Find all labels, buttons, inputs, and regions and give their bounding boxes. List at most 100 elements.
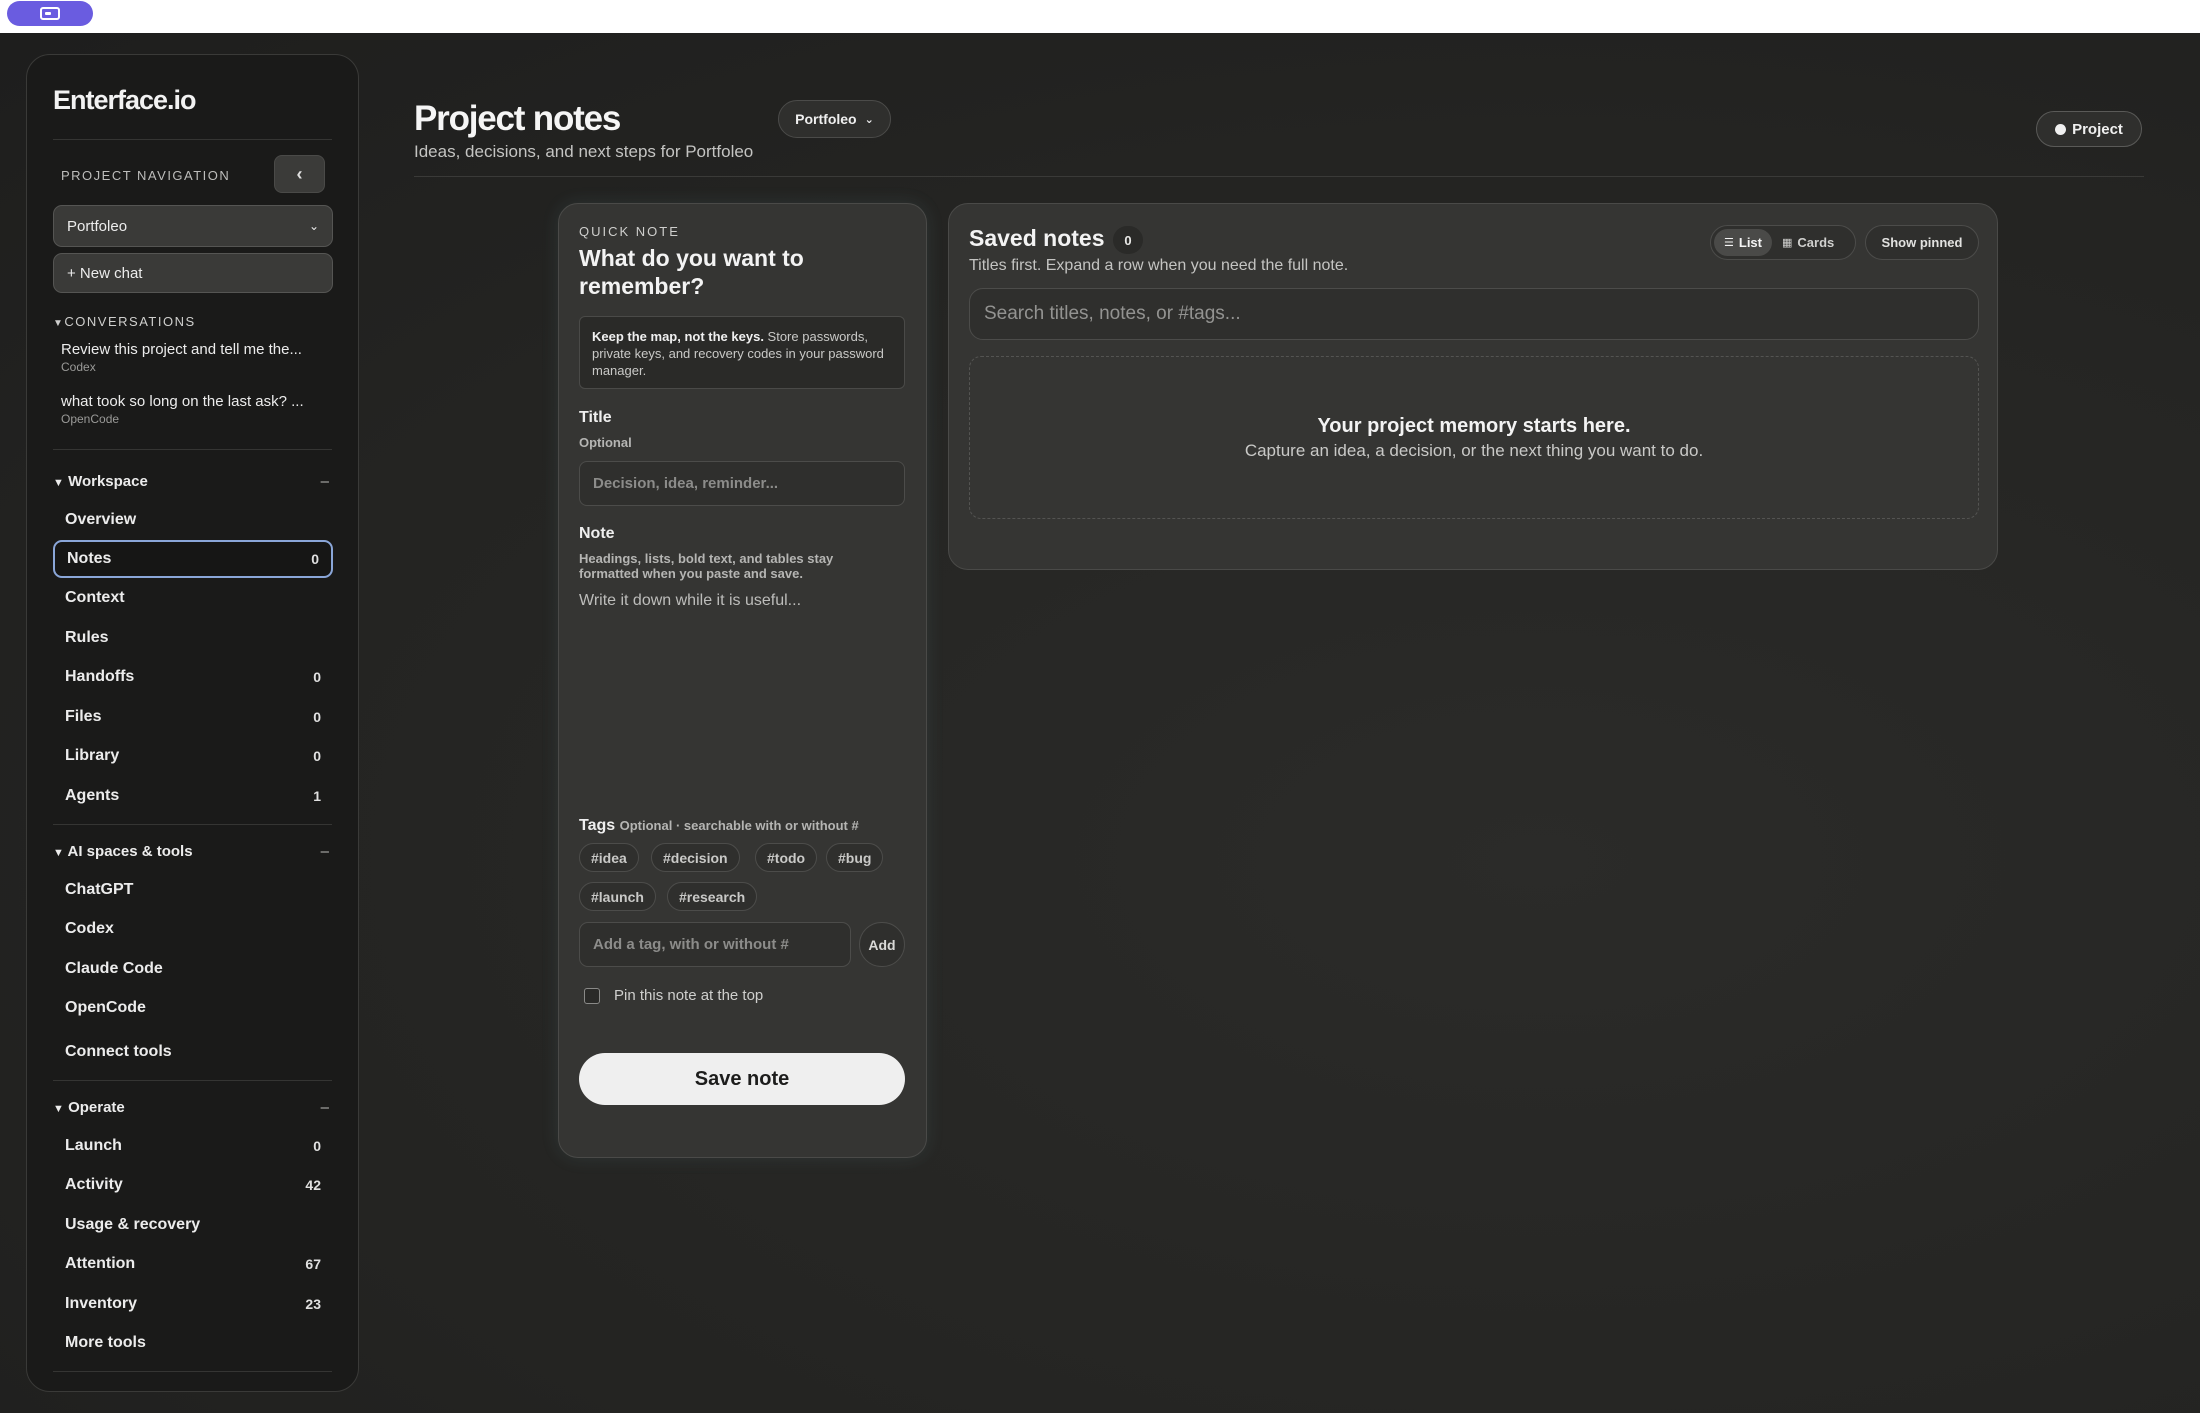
pin-option[interactable]: Pin this note at the top [584, 987, 763, 1004]
sidebar-item-context[interactable]: Context [53, 579, 333, 617]
sidebar-item-more-tools[interactable]: More tools [53, 1324, 333, 1362]
sidebar-item-label: Notes [67, 550, 112, 567]
conversations-toggle[interactable]: ▼CONVERSATIONS [53, 314, 196, 329]
sidebar-item-rules[interactable]: Rules [53, 619, 333, 657]
sidebar: Enterface.io PROJECT NAVIGATION ‹ Portfo… [26, 54, 359, 1392]
project-badge-label: Project [2072, 120, 2123, 138]
sidebar-item-label: Connect tools [65, 1043, 172, 1060]
sidebar-item-library[interactable]: Library 0 [53, 737, 333, 775]
saved-notes-title: Saved notes [969, 225, 1105, 251]
tags-label: Tags Optional · searchable with or witho… [579, 817, 859, 835]
sidebar-item-label: Handoffs [65, 668, 135, 685]
show-pinned-button[interactable]: Show pinned [1865, 225, 1979, 260]
tag-chip[interactable]: #launch [579, 882, 656, 911]
note-label: Note [579, 525, 615, 542]
sidebar-item-connect-tools[interactable]: Connect tools [53, 1033, 333, 1071]
conversations-label: CONVERSATIONS [64, 314, 196, 329]
sidebar-item-activity[interactable]: Activity 42 [53, 1166, 333, 1204]
note-body-textarea[interactable]: Write it down while it is useful... [579, 592, 905, 802]
view-list-button[interactable]: ☰ List [1714, 229, 1772, 256]
tag-chip[interactable]: #bug [826, 843, 884, 872]
page-subtitle: Ideas, decisions, and next steps for Por… [414, 142, 754, 161]
pin-label: Pin this note at the top [614, 987, 764, 1004]
conversation-title: Review this project and tell me the... [61, 341, 302, 358]
collapse-group-icon[interactable]: – [321, 843, 333, 860]
pin-checkbox[interactable] [584, 987, 600, 1004]
sidebar-item-count: 0 [313, 748, 321, 764]
sidebar-item-count: 23 [305, 1296, 321, 1312]
sidebar-item-notes[interactable]: Notes 0 [53, 540, 333, 578]
group-operate-header[interactable]: ▼ Operate – [53, 1096, 333, 1118]
new-chat-button[interactable]: + New chat [53, 253, 333, 293]
sidebar-item-count: 0 [311, 551, 319, 567]
group-label: AI spaces & tools [67, 842, 193, 860]
quick-note-card: QUICK NOTE What do you want to remember?… [558, 203, 927, 1158]
sidebar-item-launch[interactable]: Launch 0 [53, 1127, 333, 1165]
add-tag-button[interactable]: Add [859, 922, 905, 967]
warning-bold: Keep the map, not the keys. [592, 329, 764, 344]
app-root: Enterface.io PROJECT NAVIGATION ‹ Portfo… [0, 33, 2200, 1413]
divider [53, 139, 332, 140]
triangle-down-icon: ▼ [53, 476, 64, 489]
sidebar-item-codex[interactable]: Codex [53, 910, 333, 948]
sidebar-item-label: Usage & recovery [65, 1216, 201, 1233]
group-ai-tools-header[interactable]: ▼ AI spaces & tools – [53, 840, 333, 862]
sidebar-item-inventory[interactable]: Inventory 23 [53, 1285, 333, 1323]
page-title: Project notes [414, 99, 621, 138]
app-switcher-pill[interactable] [7, 1, 93, 26]
tags-hint: Optional · searchable with or without # [619, 818, 859, 833]
tag-chip[interactable]: #research [667, 882, 758, 911]
sidebar-item-opencode[interactable]: OpenCode [53, 989, 333, 1027]
group-label: Workspace [68, 472, 148, 490]
sidebar-item-count: 67 [305, 1256, 321, 1272]
conversation-item[interactable]: Review this project and tell me the... C… [61, 341, 331, 374]
sidebar-item-label: Launch [65, 1137, 122, 1154]
project-switcher[interactable]: Portfoleo ⌄ [778, 100, 891, 138]
sidebar-item-chatgpt[interactable]: ChatGPT [53, 871, 333, 909]
sidebar-item-label: Agents [65, 787, 120, 804]
list-icon: ☰ [1724, 237, 1734, 249]
tag-chip[interactable]: #decision [651, 843, 740, 872]
project-badge[interactable]: Project [2036, 111, 2142, 147]
dot-icon [2055, 123, 2067, 135]
sidebar-item-count: 1 [313, 788, 321, 804]
chevron-left-icon: ‹ [296, 163, 303, 184]
note-title-input[interactable]: Decision, idea, reminder... [579, 461, 905, 506]
sidebar-item-attention[interactable]: Attention 67 [53, 1245, 333, 1283]
empty-state: Your project memory starts here. Capture… [969, 356, 1979, 519]
sidebar-item-handoffs[interactable]: Handoffs 0 [53, 658, 333, 696]
sidebar-item-label: Codex [65, 920, 114, 937]
title-label: Title [579, 409, 612, 426]
sidebar-item-label: Context [65, 589, 125, 606]
sidebar-item-claude-code[interactable]: Claude Code [53, 950, 333, 988]
cards-icon: ▦ [1782, 237, 1793, 249]
notes-search-input[interactable]: Search titles, notes, or #tags... [969, 288, 1979, 340]
group-workspace-header[interactable]: ▼ Workspace – [53, 470, 333, 492]
sidebar-item-files[interactable]: Files 0 [53, 698, 333, 736]
tag-input[interactable]: Add a tag, with or without # [579, 922, 851, 967]
collapse-group-icon[interactable]: – [321, 1099, 333, 1116]
security-warning: Keep the map, not the keys. Store passwo… [579, 316, 905, 389]
divider [53, 824, 332, 825]
save-note-button[interactable]: Save note [579, 1053, 905, 1105]
brand-logo[interactable]: Enterface.io [53, 85, 197, 116]
sidebar-item-overview[interactable]: Overview [53, 501, 333, 539]
empty-state-title: Your project memory starts here. [1317, 414, 1631, 437]
chevron-down-icon: ⌄ [308, 219, 319, 233]
view-cards-button[interactable]: ▦ Cards [1772, 229, 1844, 256]
collapse-group-icon[interactable]: – [321, 473, 333, 490]
tag-chip[interactable]: #todo [755, 843, 818, 872]
collapse-sidebar-button[interactable]: ‹ [274, 155, 325, 193]
sidebar-item-label: Claude Code [65, 960, 163, 977]
divider [53, 1080, 332, 1081]
sidebar-item-label: Inventory [65, 1295, 138, 1312]
conversation-item[interactable]: what took so long on the last ask? ... O… [61, 393, 331, 426]
sidebar-item-agents[interactable]: Agents 1 [53, 777, 333, 815]
saved-notes-subtitle: Titles first. Expand a row when you need… [969, 257, 1349, 274]
project-select[interactable]: Portfoleo ⌄ [53, 205, 333, 247]
tag-chip[interactable]: #idea [579, 843, 639, 872]
project-switcher-value: Portfoleo [795, 111, 857, 127]
sidebar-item-label: Activity [65, 1176, 123, 1193]
sidebar-item-usage-recovery[interactable]: Usage & recovery [53, 1206, 333, 1244]
empty-state-subtitle: Capture an idea, a decision, or the next… [1244, 440, 1704, 460]
